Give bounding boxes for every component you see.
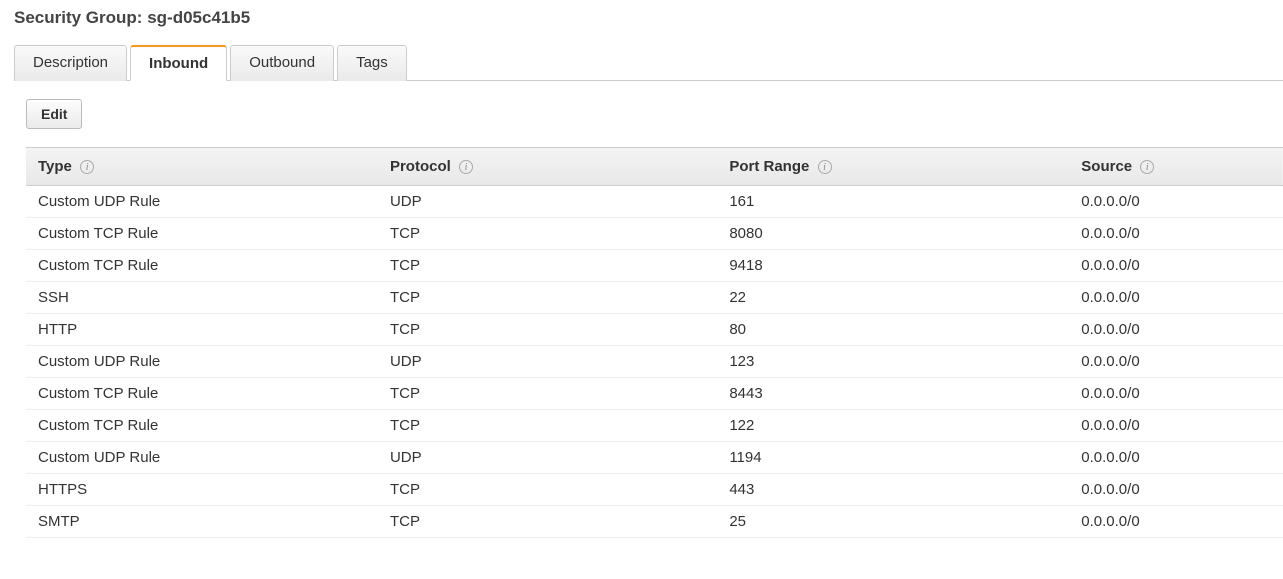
cell-type: Custom TCP Rule — [26, 250, 378, 282]
cell-protocol: TCP — [378, 410, 717, 442]
table-header-row: Type i Protocol i Port Range i Source i — [26, 148, 1283, 186]
cell-source: 0.0.0.0/0 — [1069, 186, 1283, 218]
cell-type: Custom TCP Rule — [26, 378, 378, 410]
column-header-source[interactable]: Source i — [1069, 148, 1283, 186]
cell-protocol: UDP — [378, 442, 717, 474]
cell-portRange: 443 — [717, 474, 1069, 506]
cell-portRange: 8443 — [717, 378, 1069, 410]
tab-inbound[interactable]: Inbound — [130, 45, 227, 81]
cell-type: Custom UDP Rule — [26, 442, 378, 474]
page-title: Security Group: sg-d05c41b5 — [14, 8, 1283, 28]
cell-source: 0.0.0.0/0 — [1069, 378, 1283, 410]
info-icon[interactable]: i — [1140, 160, 1154, 174]
table-row[interactable]: Custom TCP RuleTCP80800.0.0.0/0 — [26, 218, 1283, 250]
tab-tags[interactable]: Tags — [337, 45, 407, 81]
table-row[interactable]: Custom UDP RuleUDP1610.0.0.0/0 — [26, 186, 1283, 218]
cell-portRange: 22 — [717, 282, 1069, 314]
table-row[interactable]: Custom TCP RuleTCP94180.0.0.0/0 — [26, 250, 1283, 282]
cell-protocol: UDP — [378, 186, 717, 218]
cell-portRange: 1194 — [717, 442, 1069, 474]
header-label: Security Group: — [14, 8, 142, 27]
cell-type: SMTP — [26, 506, 378, 538]
cell-protocol: TCP — [378, 314, 717, 346]
column-header-port-range[interactable]: Port Range i — [717, 148, 1069, 186]
cell-type: Custom UDP Rule — [26, 346, 378, 378]
table-row[interactable]: HTTPSTCP4430.0.0.0/0 — [26, 474, 1283, 506]
info-icon[interactable]: i — [818, 160, 832, 174]
cell-protocol: TCP — [378, 250, 717, 282]
cell-portRange: 9418 — [717, 250, 1069, 282]
cell-type: Custom UDP Rule — [26, 186, 378, 218]
cell-source: 0.0.0.0/0 — [1069, 442, 1283, 474]
column-header-protocol-label: Protocol — [390, 158, 451, 175]
cell-type: Custom TCP Rule — [26, 218, 378, 250]
cell-protocol: TCP — [378, 282, 717, 314]
cell-source: 0.0.0.0/0 — [1069, 506, 1283, 538]
cell-type: HTTP — [26, 314, 378, 346]
cell-portRange: 80 — [717, 314, 1069, 346]
cell-portRange: 25 — [717, 506, 1069, 538]
cell-source: 0.0.0.0/0 — [1069, 250, 1283, 282]
cell-protocol: TCP — [378, 506, 717, 538]
cell-protocol: TCP — [378, 378, 717, 410]
cell-protocol: TCP — [378, 474, 717, 506]
tab-bar: DescriptionInboundOutboundTags — [14, 44, 1283, 81]
cell-source: 0.0.0.0/0 — [1069, 474, 1283, 506]
table-row[interactable]: SMTPTCP250.0.0.0/0 — [26, 506, 1283, 538]
tab-outbound[interactable]: Outbound — [230, 45, 334, 81]
table-row[interactable]: Custom TCP RuleTCP1220.0.0.0/0 — [26, 410, 1283, 442]
cell-portRange: 161 — [717, 186, 1069, 218]
table-row[interactable]: Custom UDP RuleUDP11940.0.0.0/0 — [26, 442, 1283, 474]
rules-table: Type i Protocol i Port Range i Source i … — [26, 147, 1283, 538]
edit-button[interactable]: Edit — [26, 99, 82, 129]
cell-protocol: TCP — [378, 218, 717, 250]
tab-description[interactable]: Description — [14, 45, 127, 81]
cell-source: 0.0.0.0/0 — [1069, 218, 1283, 250]
table-row[interactable]: Custom TCP RuleTCP84430.0.0.0/0 — [26, 378, 1283, 410]
cell-type: HTTPS — [26, 474, 378, 506]
cell-type: SSH — [26, 282, 378, 314]
tab-content: Edit Type i Protocol i Port Range i Sour… — [14, 99, 1283, 538]
column-header-port-range-label: Port Range — [729, 158, 809, 175]
cell-portRange: 8080 — [717, 218, 1069, 250]
cell-source: 0.0.0.0/0 — [1069, 410, 1283, 442]
column-header-type[interactable]: Type i — [26, 148, 378, 186]
cell-source: 0.0.0.0/0 — [1069, 314, 1283, 346]
table-row[interactable]: SSHTCP220.0.0.0/0 — [26, 282, 1283, 314]
info-icon[interactable]: i — [459, 160, 473, 174]
cell-source: 0.0.0.0/0 — [1069, 282, 1283, 314]
table-body: Custom UDP RuleUDP1610.0.0.0/0Custom TCP… — [26, 186, 1283, 538]
cell-portRange: 123 — [717, 346, 1069, 378]
cell-portRange: 122 — [717, 410, 1069, 442]
table-row[interactable]: Custom UDP RuleUDP1230.0.0.0/0 — [26, 346, 1283, 378]
column-header-protocol[interactable]: Protocol i — [378, 148, 717, 186]
cell-protocol: UDP — [378, 346, 717, 378]
cell-type: Custom TCP Rule — [26, 410, 378, 442]
column-header-source-label: Source — [1081, 158, 1132, 175]
column-header-type-label: Type — [38, 158, 72, 175]
info-icon[interactable]: i — [80, 160, 94, 174]
table-row[interactable]: HTTPTCP800.0.0.0/0 — [26, 314, 1283, 346]
header-value: sg-d05c41b5 — [147, 8, 250, 27]
cell-source: 0.0.0.0/0 — [1069, 346, 1283, 378]
